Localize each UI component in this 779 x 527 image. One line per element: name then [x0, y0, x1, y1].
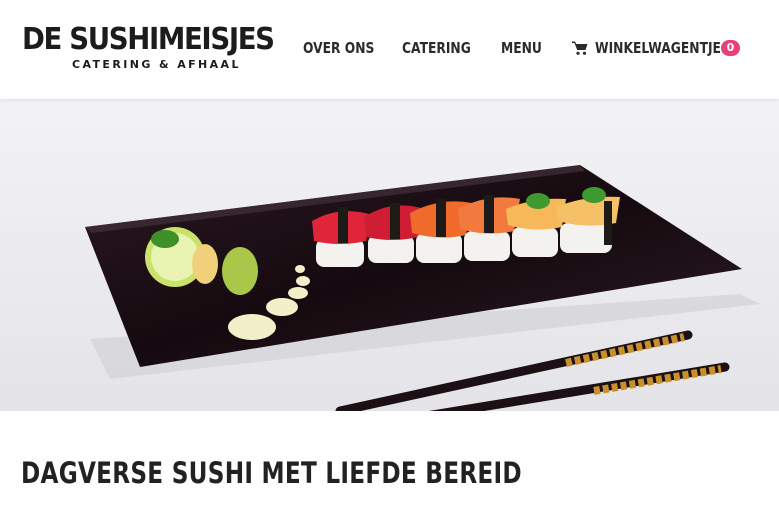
- shopping-cart-icon: [572, 41, 588, 55]
- nav-item-menu[interactable]: MENU: [501, 36, 542, 60]
- nav-item-over-ons[interactable]: OVER ONS: [303, 36, 374, 60]
- page-heading: DAGVERSE SUSHI MET LIEFDE BEREID: [21, 456, 522, 490]
- sushi-platter-photo: [0, 99, 779, 411]
- site-header: DE SUSHIMEISJES CATERING & AFHAAL OVER O…: [0, 0, 779, 99]
- hero-image: [0, 99, 779, 411]
- cart-link[interactable]: WINKELWAGENTJE 0: [572, 36, 752, 60]
- cart-count-badge: 0: [721, 40, 740, 56]
- cart-label: WINKELWAGENTJE: [595, 39, 721, 57]
- nav-item-catering[interactable]: CATERING: [402, 36, 471, 60]
